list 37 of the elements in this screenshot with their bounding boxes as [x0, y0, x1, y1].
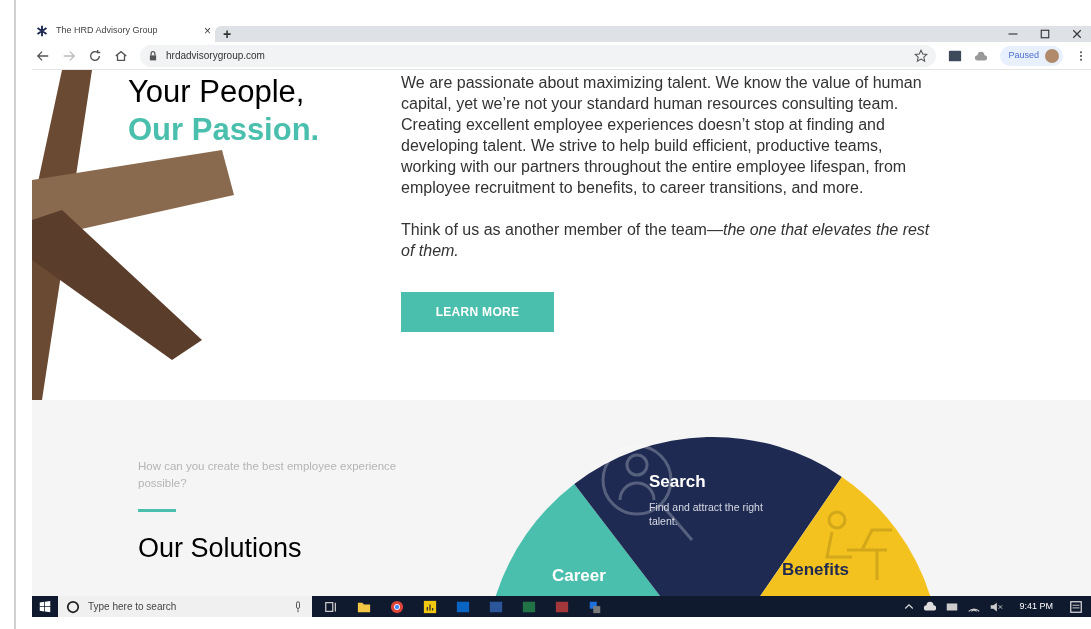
- search-placeholder: Type here to search: [88, 600, 178, 614]
- taskbar-search-field[interactable]: Type here to search: [58, 596, 312, 617]
- solution-description: Find and attract the right talent.: [649, 500, 764, 528]
- solution-title: Search: [649, 472, 707, 492]
- tab-title: The HRD Advisory Group: [56, 24, 159, 38]
- maximize-icon[interactable]: [1039, 28, 1051, 40]
- hero-heading: Your People,: [128, 73, 306, 111]
- solutions-heading: Our Solutions: [138, 532, 303, 565]
- tab-close-button[interactable]: ×: [204, 25, 211, 37]
- accent-rule: [138, 509, 176, 512]
- cortana-circle-icon: [66, 599, 80, 614]
- reload-icon[interactable]: [88, 48, 102, 63]
- back-arrow-icon[interactable]: [36, 48, 50, 63]
- asterisk-icon: [36, 25, 48, 37]
- cloud-icon[interactable]: [923, 599, 938, 614]
- avatar-icon: [1045, 48, 1059, 63]
- address-bar[interactable]: hrdadvisorygroup.com: [140, 44, 937, 67]
- extension-icon[interactable]: [948, 48, 963, 63]
- windows-logo-icon[interactable]: [39, 600, 51, 613]
- new-tab-button[interactable]: +: [223, 27, 232, 41]
- star-icon[interactable]: [914, 48, 929, 63]
- solution-title: Career: [552, 566, 606, 586]
- lock-icon: [148, 50, 158, 61]
- body-paragraph: We are passionate about maximizing talent. We know the value of human capital, yet we’re not your standard human resources consulting team. Creating excellent employee experiences doesn’t stop at finding and developing talent. We strive to help build efficient, productive teams, working with our partners throughout the entire employee lifespan, from employee recruitment to benefits, to career transitions, and more.: [401, 73, 923, 198]
- body-paragraph: Think of us as another member of the team—the one that elevates the rest of them.: [401, 220, 931, 261]
- task-view-icon[interactable]: [324, 599, 338, 614]
- profile-button[interactable]: Paused: [1000, 45, 1063, 66]
- browser-icon[interactable]: [390, 599, 404, 614]
- notification-icon[interactable]: [1069, 599, 1083, 614]
- clock-time[interactable]: 9:41 PM: [1011, 599, 1061, 614]
- close-icon[interactable]: [1071, 28, 1083, 40]
- chart-app-icon[interactable]: [423, 599, 437, 614]
- hero-subheading: Our Passion.: [128, 111, 320, 149]
- solutions-eyebrow: How can you create the best employee experience possible?: [138, 459, 398, 491]
- url-text: hrdadvisorygroup.com: [166, 49, 266, 63]
- solution-title: Benefits: [782, 560, 850, 580]
- home-icon[interactable]: [114, 48, 128, 63]
